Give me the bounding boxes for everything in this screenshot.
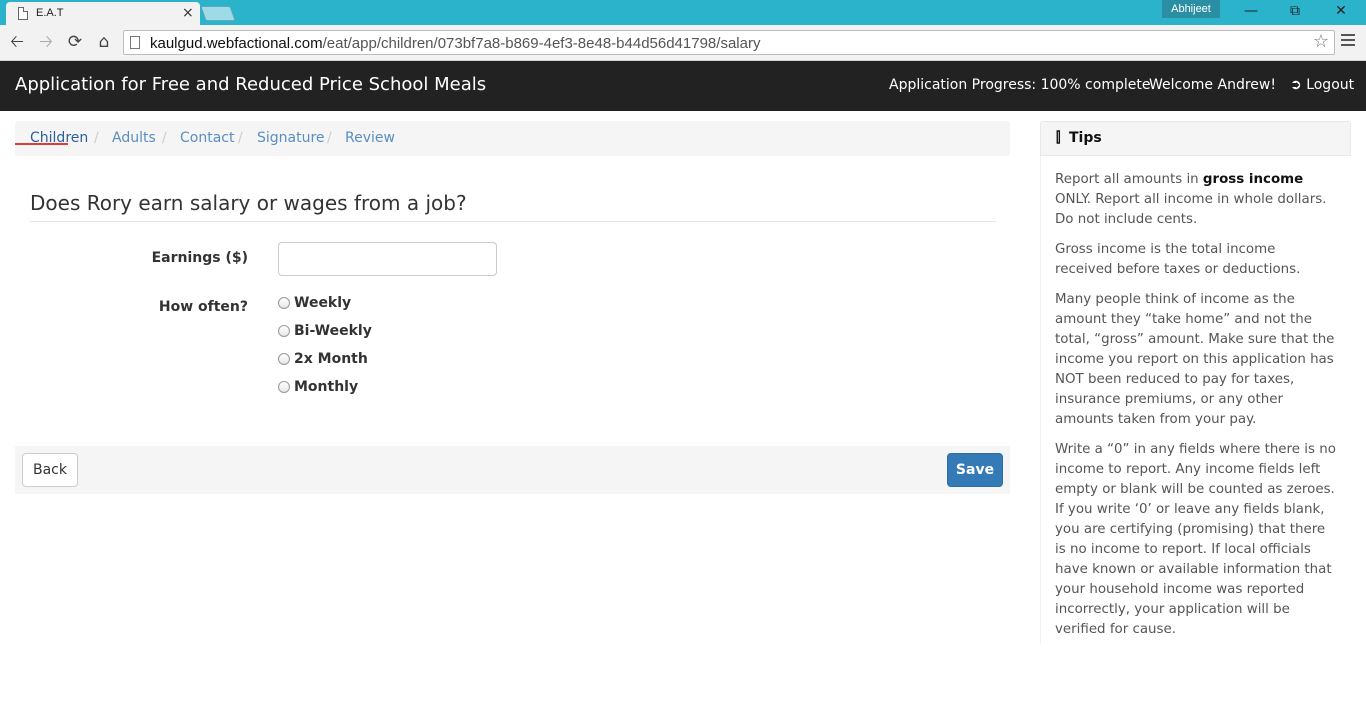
radio-label[interactable]: Bi-Weekly [294,323,372,339]
how-often-label: How often? [158,299,248,315]
active-step-underline [15,143,68,145]
divider [30,221,996,222]
minimize-icon[interactable]: — [1236,2,1266,20]
form-actions-bar: Back Save [15,446,1010,494]
url-text: kaulgud.webfactional.com/eat/app/childre… [150,35,760,52]
profile-badge[interactable]: Abhijeet [1162,0,1220,18]
address-bar[interactable]: kaulgud.webfactional.com/eat/app/childre… [123,30,1335,55]
breadcrumb: Children / Adults / Contact / Signature … [15,121,1010,156]
logout-icon: ➲ [1290,77,1302,93]
close-tab-icon[interactable]: × [182,5,194,21]
radio-2x-month[interactable] [278,353,290,365]
url-path: /eat/app/children/073bf7a8-b869-4ef3-8e4… [322,35,761,52]
earnings-input[interactable] [278,242,497,276]
radio-monthly[interactable] [278,381,290,393]
breadcrumb-contact[interactable]: Contact [180,130,234,146]
logout-label: Logout [1306,77,1355,93]
breadcrumb-separator: / [94,130,99,146]
radio-label[interactable]: Weekly [294,295,351,311]
radio-weekly[interactable] [278,297,290,309]
tip-paragraph: Many people think of income as the amoun… [1055,292,1335,427]
breadcrumb-separator: / [327,130,332,146]
reload-icon[interactable]: ⟳ [64,32,86,52]
radio-bi-weekly[interactable] [278,325,290,337]
earnings-label: Earnings ($) [151,250,248,266]
radio-label[interactable]: 2x Month [294,351,368,367]
back-arrow-icon[interactable]: 🡠 [6,32,28,52]
tab-title: E.A.T [36,7,64,19]
url-host: kaulgud.webfactional.com [150,35,323,52]
breadcrumb-signature[interactable]: Signature [257,130,325,146]
tip-paragraph: Gross income is the total income receive… [1055,242,1301,277]
page-info-icon[interactable] [130,36,140,49]
close-window-icon[interactable]: ✕ [1326,2,1356,20]
browser-menu-icon[interactable] [1341,34,1355,49]
radio-label[interactable]: Monthly [294,379,358,395]
forward-arrow-icon[interactable]: 🡢 [35,32,57,52]
app-navbar: Application for Free and Reduced Price S… [0,61,1366,111]
tips-title: Tips [1069,130,1102,146]
page-icon [18,7,28,20]
breadcrumb-separator: / [238,130,243,146]
home-icon[interactable]: ⌂ [93,32,115,52]
tip-text: Report all amounts in [1055,172,1203,187]
tips-header: ⫿ Tips [1040,121,1351,156]
breadcrumb-separator: / [162,130,167,146]
app-title[interactable]: Application for Free and Reduced Price S… [15,74,486,95]
save-button[interactable]: Save [947,453,1003,487]
tip-text: ONLY. Report all income in whole dollars… [1055,192,1327,227]
tip-paragraph: Write a “0” in any fields where there is… [1055,442,1336,637]
breadcrumb-review[interactable]: Review [345,130,395,146]
back-button[interactable]: Back [22,453,78,487]
restore-icon[interactable]: ⧉ [1280,2,1310,20]
bookmark-star-icon[interactable]: ☆ [1313,31,1329,52]
browser-tab[interactable]: E.A.T × [6,2,200,26]
browser-titlebar: E.A.T × Abhijeet — ⧉ ✕ [0,0,1366,26]
application-progress: Application Progress: 100% complete [889,77,1151,93]
tip-bold-text: gross income [1202,172,1304,187]
tip-paragraph: Report all amounts in gross income ONLY.… [1055,170,1337,230]
browser-toolbar: 🡠 🡢 ⟳ ⌂ kaulgud.webfactional.com/eat/app… [0,25,1366,61]
question-heading: Does Rory earn salary or wages from a jo… [30,191,467,215]
logout-link[interactable]: ➲ Logout [1290,77,1354,93]
tips-body: Report all amounts in gross income ONLY.… [1040,156,1351,644]
lightning-bolt-icon: ⫿ [1056,130,1061,146]
new-tab-button[interactable] [200,6,236,21]
breadcrumb-adults[interactable]: Adults [112,130,156,146]
welcome-text: Welcome Andrew! [1149,77,1276,93]
